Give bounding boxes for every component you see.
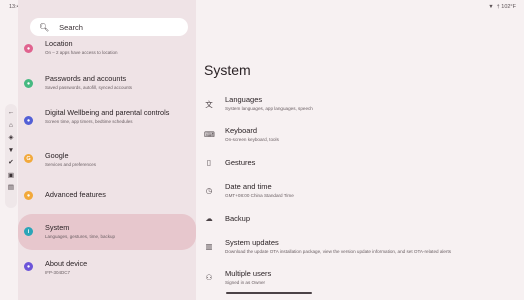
sidebar-item-title: System — [45, 223, 70, 232]
settings-item-title: Keyboard — [225, 126, 258, 135]
sidebar-item-title: Advanced features — [45, 190, 106, 199]
sidebar-item-digital-wellbeing[interactable]: ● Digital Wellbeing and parental control… — [18, 108, 196, 136]
search-placeholder: Search — [59, 22, 83, 32]
settings-item-title: Date and time — [225, 182, 272, 191]
settings-item-keyboard[interactable]: ⌨ Keyboard On-screen keyboard, tools — [196, 126, 524, 145]
settings-item-title: System updates — [225, 238, 279, 247]
sidebar-item-subtitle: IFP-304DC7 — [45, 269, 71, 275]
search-input[interactable]: 🔍︎ Search — [30, 18, 188, 36]
shield-icon[interactable]: ▼ — [8, 147, 14, 155]
star-icon: ● — [24, 191, 33, 200]
page-title: System — [204, 62, 251, 78]
status-right: ▼ † 102°F — [488, 4, 516, 10]
settings-item-title: Multiple users — [225, 269, 272, 278]
settings-item-date-time[interactable]: ◷ Date and time GMT+08:00 China Standard… — [196, 182, 524, 201]
settings-item-backup[interactable]: ☁ Backup — [196, 214, 524, 226]
settings-item-subtitle: System languages, app languages, speech — [225, 105, 313, 111]
cloud-icon: ☁ — [205, 214, 213, 223]
sidebar-item-about-device[interactable]: ● About device IFP-304DC7 — [18, 258, 196, 278]
settings-item-subtitle: Signed in as Owner — [225, 279, 266, 285]
battery-temperature: † 102°F — [496, 4, 516, 10]
sidebar-item-google[interactable]: G Google Services and preferences — [18, 151, 196, 172]
settings-item-multiple-users[interactable]: ⚇ Multiple users Signed in as Owner — [196, 269, 524, 288]
sidebar-item-subtitle: Languages, gestures, time, backup — [45, 233, 116, 239]
settings-item-gestures[interactable]: ▯ Gestures — [196, 158, 524, 170]
sidebar-item-title: Digital Wellbeing and parental controls — [45, 108, 170, 117]
key-icon: ● — [24, 79, 33, 88]
sidebar-item-passwords[interactable]: ● Passwords and accounts Saved passwords… — [18, 74, 196, 94]
sidebar-item-location[interactable]: ● Location On – 2 apps have access to lo… — [18, 39, 196, 60]
search-icon: 🔍︎ — [39, 22, 50, 32]
sidebar-item-system[interactable]: i System Languages, gestures, time, back… — [18, 214, 196, 250]
location-icon: ● — [24, 44, 33, 53]
settings-item-subtitle: GMT+08:00 China Standard Time — [225, 192, 294, 198]
translate-icon: 文 — [205, 100, 213, 109]
wifi-icon: ▼ — [488, 4, 494, 10]
google-icon: G — [24, 154, 33, 163]
sidebar-item-title: Google — [45, 151, 69, 160]
focus-underline — [226, 292, 312, 294]
info-icon: i — [24, 227, 33, 236]
users-icon: ⚇ — [205, 273, 213, 282]
sidebar-item-subtitle: Screen time, app timers, bedtime schedul… — [45, 118, 133, 124]
side-taskbar: ← ⌂ ◈ ▼ ✔ ▣ ▤ — [5, 104, 17, 208]
device-icon: ● — [24, 262, 33, 271]
home-icon[interactable]: ⌂ — [9, 122, 13, 130]
window-icon[interactable]: ▣ — [8, 172, 14, 180]
back-icon[interactable]: ← — [8, 109, 15, 117]
apps-icon[interactable]: ◈ — [9, 134, 14, 142]
clock-icon: ◷ — [205, 186, 213, 195]
sidebar-item-subtitle: Services and preferences — [45, 161, 97, 167]
toolbox-icon[interactable]: ▤ — [8, 184, 14, 192]
keyboard-icon: ⌨ — [204, 130, 215, 139]
phone-icon: ▯ — [206, 158, 212, 167]
settings-item-title: Languages — [225, 95, 263, 104]
edit-icon[interactable]: ✔ — [8, 159, 13, 167]
settings-item-title: Backup — [225, 214, 251, 223]
sidebar-item-title: About device — [45, 259, 88, 268]
settings-item-subtitle: Download the update OTA installation pac… — [225, 248, 452, 254]
wellbeing-icon: ● — [24, 116, 33, 125]
sidebar-item-subtitle: On – 2 apps have access to location — [45, 49, 118, 55]
sidebar-item-title: Passwords and accounts — [45, 74, 127, 83]
settings-item-title: Gestures — [225, 158, 256, 167]
sidebar-item-title: Location — [45, 39, 73, 48]
settings-item-system-updates[interactable]: ▥ System updates Download the update OTA… — [196, 238, 524, 257]
settings-item-languages[interactable]: 文 Languages System languages, app langua… — [196, 95, 524, 114]
settings-item-subtitle: On-screen keyboard, tools — [225, 136, 279, 142]
sidebar-item-subtitle: Saved passwords, autofill, synced accoun… — [45, 84, 133, 90]
sidebar-item-advanced-features[interactable]: ● Advanced features — [18, 190, 196, 204]
update-icon: ▥ — [205, 242, 213, 251]
